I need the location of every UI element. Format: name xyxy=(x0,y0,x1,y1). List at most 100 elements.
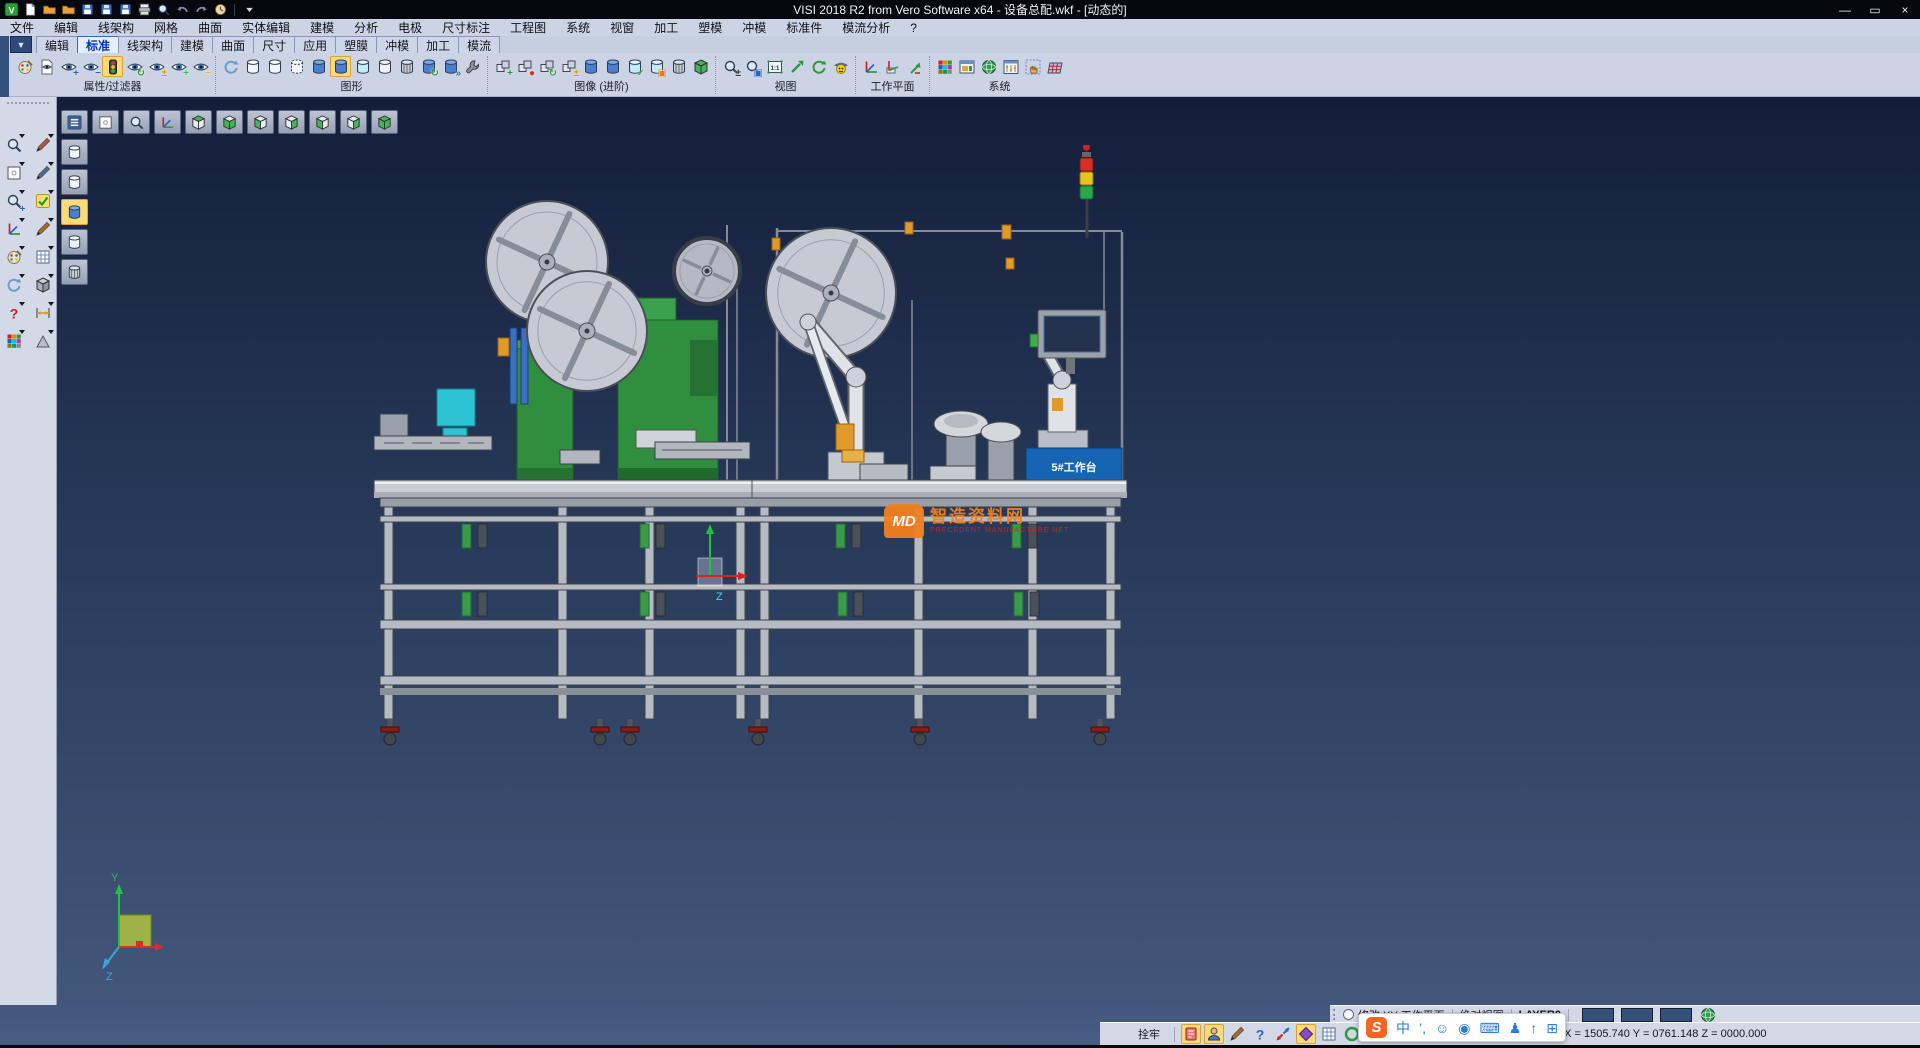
ime-lang[interactable]: 中 xyxy=(1396,1021,1410,1035)
workplane-radio[interactable] xyxy=(1343,1009,1354,1020)
sketch-note-icon[interactable] xyxy=(31,217,55,241)
adv-traffic-icon[interactable]: ● xyxy=(514,56,535,77)
view-shade-eye-icon[interactable] xyxy=(830,56,851,77)
save-as-icon[interactable] xyxy=(98,2,114,18)
restore-button[interactable]: ▭ xyxy=(1860,0,1890,19)
tab-0[interactable]: 编辑 xyxy=(36,36,78,53)
machine-model[interactable]: 5#工作台 xyxy=(370,145,1130,755)
display-options-icon[interactable] xyxy=(1000,56,1021,77)
menu-item-3[interactable]: 网格 xyxy=(144,19,188,36)
attribute-paint-icon[interactable] xyxy=(14,56,35,77)
mode-shaded-button[interactable] xyxy=(61,199,88,225)
dock-drag-handle[interactable] xyxy=(7,102,49,106)
adv-solid-band-icon[interactable] xyxy=(602,56,623,77)
osnap-person-icon[interactable] xyxy=(1204,1024,1224,1044)
view-bottom-button[interactable] xyxy=(216,110,243,134)
zoom-actual-icon[interactable]: 1:1 xyxy=(764,56,785,77)
view-zoom-button[interactable] xyxy=(123,110,150,134)
shade-quick-icon[interactable] xyxy=(31,329,55,353)
menu-item-7[interactable]: 分析 xyxy=(344,19,388,36)
zoom-extents-icon[interactable]: + xyxy=(2,189,26,213)
menu-item-16[interactable]: 标准件 xyxy=(776,19,832,36)
tab-10[interactable]: 模流 xyxy=(458,36,500,53)
viewport-3d[interactable]: 5#工作台 xyxy=(57,97,1920,1045)
menu-item-15[interactable]: 冲模 xyxy=(732,19,776,36)
panel-bar-3[interactable] xyxy=(1660,1008,1692,1022)
filter-refresh-icon[interactable]: ↻ xyxy=(124,56,145,77)
menu-item-6[interactable]: 建模 xyxy=(300,19,344,36)
grid-settings-icon[interactable] xyxy=(1044,56,1065,77)
ime-update[interactable]: ↑ xyxy=(1530,1021,1537,1035)
close-button[interactable]: × xyxy=(1890,0,1920,19)
context-help-icon[interactable]: ? xyxy=(2,301,26,325)
view-fit-button[interactable] xyxy=(92,110,119,134)
selection-options-icon[interactable] xyxy=(1022,56,1043,77)
osnap-diamond-icon[interactable] xyxy=(1296,1024,1316,1044)
select-window-icon[interactable] xyxy=(2,161,26,185)
osnap-help-icon[interactable]: ? xyxy=(1250,1024,1270,1044)
render-palette-icon[interactable] xyxy=(2,245,26,269)
menu-item-8[interactable]: 电极 xyxy=(388,19,432,36)
solid-view-icon[interactable] xyxy=(31,273,55,297)
mode-hatched-button[interactable] xyxy=(61,259,88,285)
style-translucent-icon[interactable] xyxy=(352,56,373,77)
new-file-icon[interactable] xyxy=(22,2,38,18)
adv-solid-icon[interactable] xyxy=(580,56,601,77)
visi-logo-icon[interactable]: V xyxy=(3,2,19,18)
menu-item-14[interactable]: 塑模 xyxy=(688,19,732,36)
confirm-apply-icon[interactable] xyxy=(31,189,55,213)
filter-show-all-icon[interactable]: + xyxy=(168,56,189,77)
ime-skin[interactable]: ♟ xyxy=(1509,1021,1522,1035)
adv-add-view-icon[interactable]: + xyxy=(492,56,513,77)
menu-item-17[interactable]: 模流分析 xyxy=(832,19,900,36)
view-ucs-button[interactable] xyxy=(154,110,181,134)
filter-show-add-icon[interactable]: + xyxy=(58,56,79,77)
osnap-grid-icon[interactable] xyxy=(1319,1024,1339,1044)
filter-hide-remove-icon[interactable]: − xyxy=(80,56,101,77)
filter-hide-all-icon[interactable]: − xyxy=(190,56,211,77)
layer-table-icon[interactable] xyxy=(2,329,26,353)
tab-6[interactable]: 应用 xyxy=(294,36,336,53)
menu-item-11[interactable]: 系统 xyxy=(556,19,600,36)
viewbar-menu-button[interactable] xyxy=(61,110,88,134)
style-copy-view-icon[interactable]: » xyxy=(440,56,461,77)
attribute-page-view-icon[interactable] xyxy=(36,56,57,77)
insert-file-icon[interactable] xyxy=(60,2,76,18)
style-wireframe-2-icon[interactable] xyxy=(264,56,285,77)
osnap-flag-icon[interactable] xyxy=(1181,1024,1201,1044)
view-iso-button[interactable] xyxy=(371,110,398,134)
style-shaded-icon[interactable] xyxy=(330,56,351,77)
image-settings-icon[interactable] xyxy=(956,56,977,77)
osnap-arrows-icon[interactable] xyxy=(1273,1024,1293,1044)
style-flat-icon[interactable] xyxy=(374,56,395,77)
view-left-button[interactable] xyxy=(309,110,336,134)
tab-2[interactable]: 线架构 xyxy=(118,36,172,53)
print-preview-icon[interactable] xyxy=(155,2,171,18)
color-table-icon[interactable] xyxy=(934,56,955,77)
view-refresh-icon[interactable] xyxy=(808,56,829,77)
style-regen-icon[interactable]: ↻ xyxy=(418,56,439,77)
tab-dropdown-button[interactable]: ▼ xyxy=(10,36,32,53)
adv-hatch-icon[interactable] xyxy=(668,56,689,77)
view-right-button[interactable] xyxy=(340,110,367,134)
redraw-icon[interactable] xyxy=(220,56,241,77)
ime-punct[interactable]: ’, xyxy=(1419,1021,1426,1035)
save-icon[interactable] xyxy=(79,2,95,18)
sketch-curve-icon[interactable] xyxy=(31,161,55,185)
ime-logo[interactable]: S xyxy=(1366,1017,1387,1038)
regen-all-icon[interactable] xyxy=(2,273,26,297)
panel-bar-1[interactable] xyxy=(1582,1008,1614,1022)
mode-translucent-button[interactable] xyxy=(61,229,88,255)
menu-item-13[interactable]: 加工 xyxy=(644,19,688,36)
ime-toolbox[interactable]: ⊞ xyxy=(1546,1021,1558,1035)
tab-4[interactable]: 曲面 xyxy=(212,36,254,53)
ime-keyboard[interactable]: ⌨ xyxy=(1480,1021,1500,1035)
pan-icon[interactable] xyxy=(786,56,807,77)
menu-item-12[interactable]: 视窗 xyxy=(600,19,644,36)
style-dashed-icon[interactable] xyxy=(286,56,307,77)
mode-wireframe-button[interactable] xyxy=(61,139,88,165)
view-top-button[interactable] xyxy=(185,110,212,134)
zoom-window-icon[interactable]: ▣ xyxy=(742,56,763,77)
tab-9[interactable]: 加工 xyxy=(417,36,459,53)
style-hidden-line-icon[interactable] xyxy=(396,56,417,77)
